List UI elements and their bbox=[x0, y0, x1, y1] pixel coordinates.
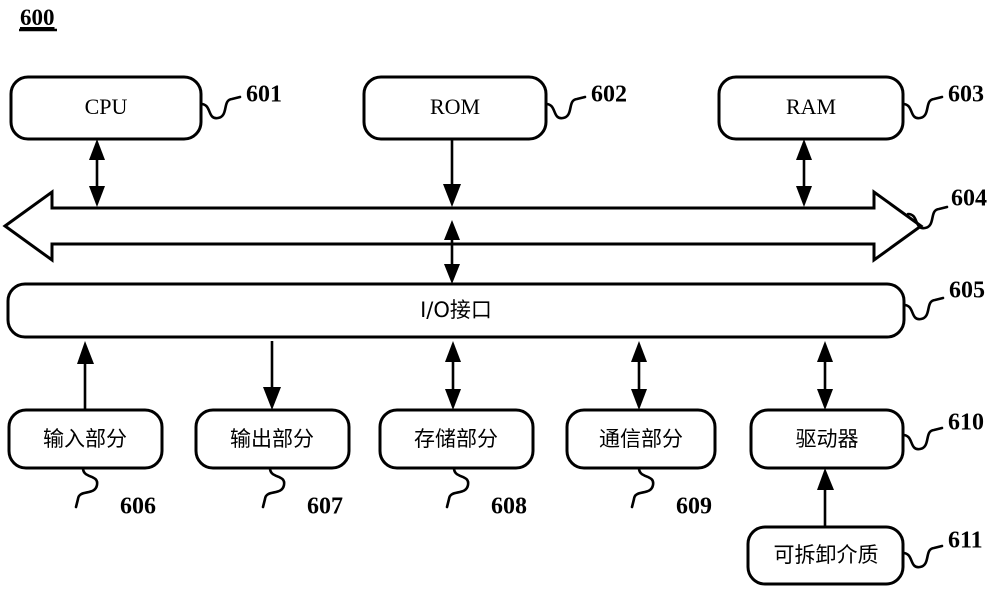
ref-number-611: 611 bbox=[948, 528, 983, 554]
ref-number-602: 602 bbox=[591, 82, 627, 108]
connector-io-input bbox=[77, 341, 94, 410]
leader-601 bbox=[199, 95, 242, 120]
leader-609 bbox=[630, 466, 655, 509]
ref-number-601: 601 bbox=[246, 82, 282, 108]
connector-cpu-bus bbox=[89, 139, 105, 207]
figure-number: 600 bbox=[20, 5, 55, 30]
block-bus-shape bbox=[2, 189, 924, 263]
block-storage-unit[interactable]: 存储部分 bbox=[378, 408, 535, 470]
connector-io-output bbox=[263, 341, 281, 410]
ref-number-610: 610 bbox=[948, 410, 984, 436]
figure-canvas: 600 CPU 601 ROM 602 RAM 603 604 I/O接口 60… bbox=[0, 0, 1000, 595]
connector-ram-bus bbox=[796, 139, 812, 207]
leader-608 bbox=[445, 466, 470, 509]
block-removable-media[interactable]: 可拆卸介质 bbox=[746, 525, 905, 586]
ref-number-606: 606 bbox=[120, 494, 156, 520]
leader-605 bbox=[902, 296, 945, 321]
block-storage-unit-label: 存储部分 bbox=[414, 427, 498, 451]
block-input-unit-label: 输入部分 bbox=[43, 427, 127, 451]
ref-number-603: 603 bbox=[948, 82, 984, 108]
block-rom[interactable]: ROM bbox=[362, 75, 548, 141]
block-driver[interactable]: 驱动器 bbox=[749, 408, 905, 470]
block-communication-unit[interactable]: 通信部分 bbox=[565, 408, 717, 470]
connector-io-storage bbox=[445, 341, 461, 410]
leader-611 bbox=[901, 544, 944, 569]
leader-607 bbox=[261, 466, 286, 509]
block-io-interface-label: I/O接口 bbox=[420, 298, 492, 322]
ref-number-604: 604 bbox=[951, 186, 987, 212]
connector-io-comm bbox=[631, 341, 647, 410]
block-ram-label: RAM bbox=[786, 94, 836, 119]
leader-603 bbox=[901, 95, 944, 120]
ref-number-607: 607 bbox=[307, 494, 343, 520]
block-driver-label: 驱动器 bbox=[796, 427, 859, 451]
block-cpu[interactable]: CPU bbox=[9, 75, 203, 141]
block-output-unit[interactable]: 输出部分 bbox=[194, 408, 351, 470]
leader-602 bbox=[544, 95, 587, 120]
block-rom-label: ROM bbox=[430, 94, 480, 119]
block-io-interface[interactable]: I/O接口 bbox=[6, 282, 906, 339]
ref-number-608: 608 bbox=[491, 494, 527, 520]
block-output-unit-label: 输出部分 bbox=[230, 427, 314, 451]
block-bus[interactable] bbox=[2, 189, 924, 263]
block-removable-media-label: 可拆卸介质 bbox=[774, 543, 879, 567]
block-cpu-label: CPU bbox=[85, 94, 128, 119]
connector-media-driver bbox=[817, 468, 834, 527]
block-ram[interactable]: RAM bbox=[717, 75, 905, 141]
connector-rom-bus bbox=[443, 139, 461, 207]
leader-606 bbox=[74, 466, 99, 509]
leader-610 bbox=[901, 426, 944, 451]
block-input-unit[interactable]: 输入部分 bbox=[7, 408, 164, 470]
ref-number-605: 605 bbox=[949, 278, 985, 304]
block-communication-unit-label: 通信部分 bbox=[599, 427, 683, 451]
ref-number-609: 609 bbox=[676, 494, 712, 520]
connector-io-driver bbox=[817, 341, 833, 410]
block-diagram: 600 CPU 601 ROM 602 RAM 603 604 I/O接口 60… bbox=[2, 5, 987, 586]
